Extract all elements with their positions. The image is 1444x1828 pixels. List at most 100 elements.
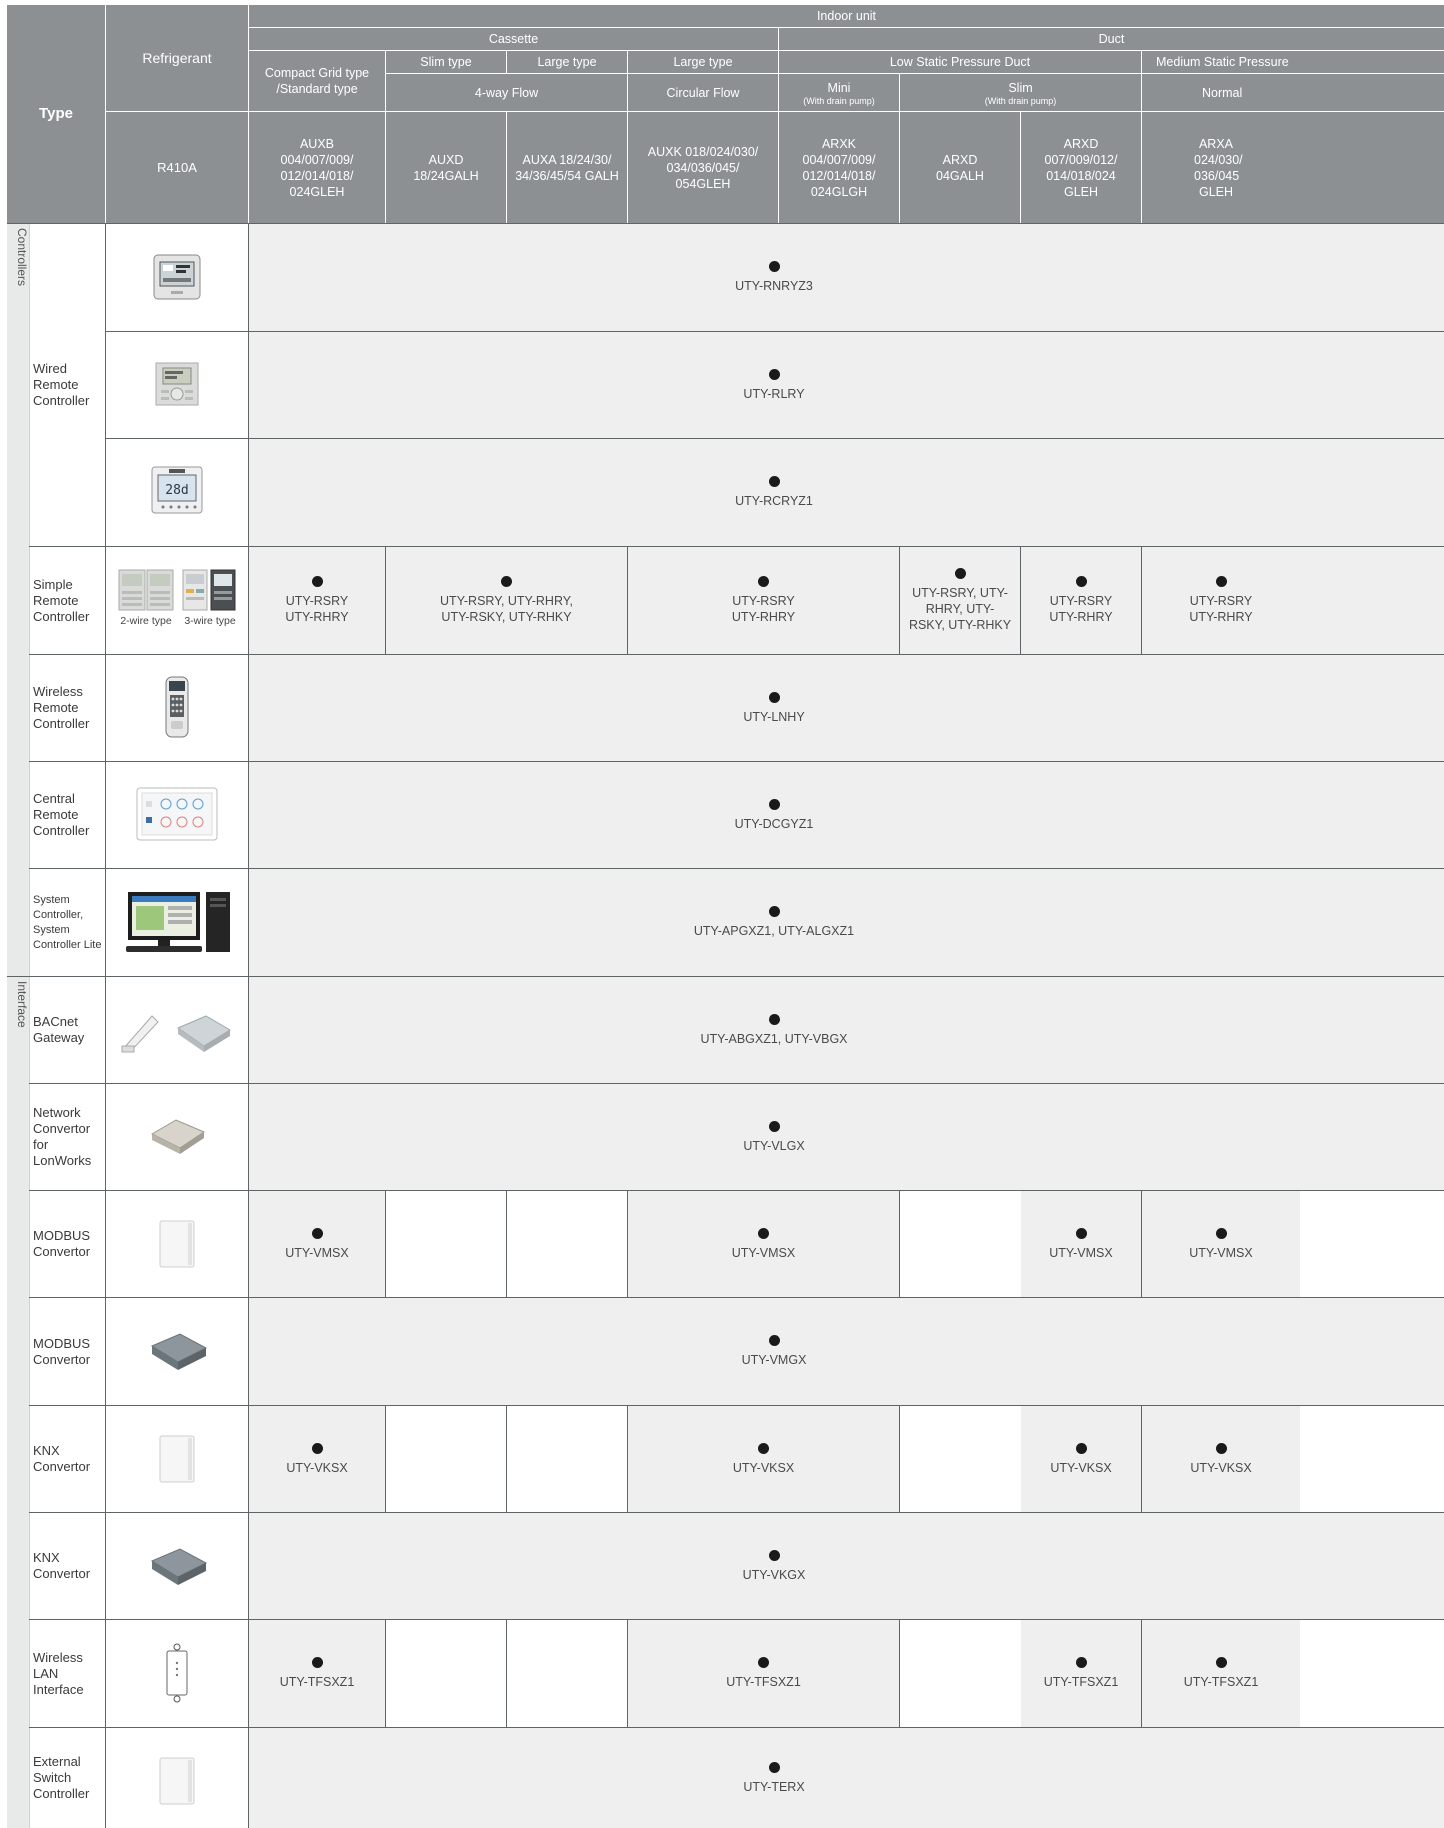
cell-modbus2: UTY-VMGX — [249, 1298, 1299, 1405]
row-label-modbus-2: MODBUS Convertor — [33, 1335, 91, 1367]
compat-dot — [311, 1657, 323, 1668]
compat-dot — [1215, 1227, 1227, 1239]
compat-dot — [768, 1120, 780, 1132]
model-header: ARXD 04GALH — [900, 112, 1020, 223]
cell-central: UTY-DCGYZ1 — [249, 762, 1299, 868]
row-label-wireless: Wireless Remote Controller — [33, 684, 90, 731]
cassette-header: Cassette — [249, 28, 778, 50]
compat-dot — [768, 476, 780, 487]
slim-header: Slim (With drain pump) — [900, 74, 1141, 111]
cell-external: UTY-TERX — [249, 1728, 1299, 1828]
compat-dot — [501, 576, 512, 587]
refrigerant-header: Refrigerant — [106, 5, 248, 111]
compat-dot — [954, 568, 966, 579]
modbus-gateway-icon — [150, 1333, 208, 1370]
compact-header: Compact Grid type /Standard type — [249, 51, 385, 111]
row-label-system: System Controller, System Controller Lit… — [33, 893, 102, 951]
compatibility-table: Type Refrigerant R410A Indoor unit Casse… — [0, 0, 1444, 1828]
compat-dot — [768, 691, 780, 703]
row-label-knx-1: KNX Convertor — [33, 1443, 91, 1474]
cell-simple-3: UTY-RSRY UTY-RHRY — [628, 547, 899, 654]
gateway-icon — [121, 1015, 231, 1053]
cell-wlan-4: UTY-TFSXZ1 — [1142, 1620, 1300, 1727]
svg-text:28d: 28d — [165, 483, 188, 498]
model-header: AUXK 018/024/030/ 034/036/045/ 054GLEH — [628, 112, 778, 223]
row-label-external: External Switch Controller — [33, 1754, 90, 1801]
cell-system: UTY-APGXZ1, UTY-ALGXZ1 — [249, 869, 1299, 976]
cell-knx1-2: UTY-VKSX — [628, 1406, 899, 1512]
row-label-bacnet: BACnet Gateway — [33, 1014, 85, 1045]
model-header: AUXD 18/24GALH — [386, 112, 506, 223]
type-header: Type — [7, 5, 105, 223]
model-header: ARXA 024/030/ 036/045 GLEH — [1142, 112, 1444, 223]
compat-dot — [1075, 576, 1087, 587]
cell-wired-1: UTY-RNRYZ3 — [249, 224, 1299, 331]
cell-wlan-3: UTY-TFSXZ1 — [1021, 1620, 1141, 1727]
model-header: ARXD 007/009/012/ 014/018/024 GLEH — [1021, 112, 1141, 223]
cell-modbus1-2: UTY-VMSX — [628, 1191, 899, 1297]
compat-dot — [768, 1761, 780, 1773]
refrigerant-value: R410A — [106, 112, 248, 223]
cell-knx1-1: UTY-VKSX — [249, 1406, 385, 1512]
large-type-header-1: Large type — [507, 51, 627, 73]
computer-icon — [126, 892, 230, 952]
wireless-remote-icon — [165, 676, 189, 738]
model-header: ARXK 004/007/009/ 012/014/018/ 024GLGH — [779, 112, 899, 223]
row-label-wired: Wired Remote Controller — [33, 361, 90, 408]
cell-wlan-1: UTY-TFSXZ1 — [249, 1620, 385, 1727]
four-way-flow-header: 4-way Flow — [386, 74, 627, 111]
network-convertor-icon — [150, 1119, 206, 1154]
slim-type-header: Slim type — [386, 51, 506, 73]
compat-dot — [768, 1013, 780, 1025]
large-type-header-2: Large type — [628, 51, 778, 73]
compat-dot — [768, 1549, 780, 1561]
row-label-wlan: Wireless LAN Interface — [33, 1649, 84, 1697]
two-wire-caption: 2-wire type — [120, 615, 172, 627]
touch-controller-icon — [153, 254, 201, 300]
three-wire-controller-icon — [182, 569, 236, 611]
row-label-simple: Simple Remote Controller — [33, 576, 90, 624]
knx-gateway-icon — [150, 1548, 208, 1585]
three-wire-caption: 3-wire type — [184, 615, 236, 627]
cell-simple-5: UTY-RSRY UTY-RHRY — [1021, 547, 1141, 654]
cell-knx1-4: UTY-VKSX — [1142, 1406, 1300, 1512]
mini-header: Mini (With drain pump) — [779, 74, 899, 111]
model-header: AUXB 004/007/009/ 012/014/018/ 024GLEH — [249, 112, 385, 223]
cell-network: UTY-VLGX — [249, 1084, 1299, 1190]
cell-modbus1-1: UTY-VMSX — [249, 1191, 385, 1297]
knx-box-icon — [159, 1435, 195, 1483]
compat-dot — [311, 1227, 323, 1239]
cell-wired-2: UTY-RLRY — [249, 332, 1299, 438]
low-static-header: Low Static Pressure Duct — [779, 51, 1141, 73]
modbus-box-icon — [159, 1220, 195, 1268]
compat-dot — [1075, 1442, 1087, 1454]
cell-simple-1: UTY-RSRY UTY-RHRY — [249, 547, 385, 654]
compat-dot — [768, 261, 780, 272]
cell-knx1-3: UTY-VKSX — [1021, 1406, 1141, 1512]
central-controller-icon — [136, 787, 218, 841]
wlan-adapter-icon — [166, 1643, 188, 1703]
cell-simple-2: UTY-RSRY, UTY-RHRY, UTY-RSKY, UTY-RHKY — [386, 547, 627, 654]
row-label-network: Network Convertor for LonWorks — [33, 1105, 92, 1168]
compat-dot — [311, 1442, 323, 1454]
compat-dot — [758, 1227, 769, 1239]
two-wire-controller-icon — [118, 569, 174, 611]
medium-static-header: Medium Static Pressure — [1142, 51, 1444, 73]
cell-bacnet: UTY-ABGXZ1, UTY-VBGX — [249, 977, 1299, 1083]
compat-dot — [311, 576, 323, 587]
external-switch-icon — [159, 1757, 195, 1805]
cell-wireless: UTY-LNHY — [249, 655, 1299, 761]
compat-dot — [758, 1442, 769, 1454]
compat-dot — [1215, 1657, 1227, 1668]
row-label-central: Central Remote Controller — [33, 791, 90, 838]
compat-dot — [1075, 1227, 1087, 1239]
model-header: AUXA 18/24/30/ 34/36/45/54 GALH — [507, 112, 627, 223]
compat-dot — [768, 368, 780, 380]
row-label-modbus-1: MODBUS Convertor — [33, 1228, 91, 1259]
circular-flow-header: Circular Flow — [628, 74, 778, 111]
compat-dot — [1215, 576, 1227, 587]
compat-dot — [758, 576, 769, 587]
lcd-controller-icon: 28d — [151, 466, 203, 514]
cell-knx2: UTY-VKGX — [249, 1513, 1299, 1619]
normal-header: Normal — [1142, 74, 1444, 111]
